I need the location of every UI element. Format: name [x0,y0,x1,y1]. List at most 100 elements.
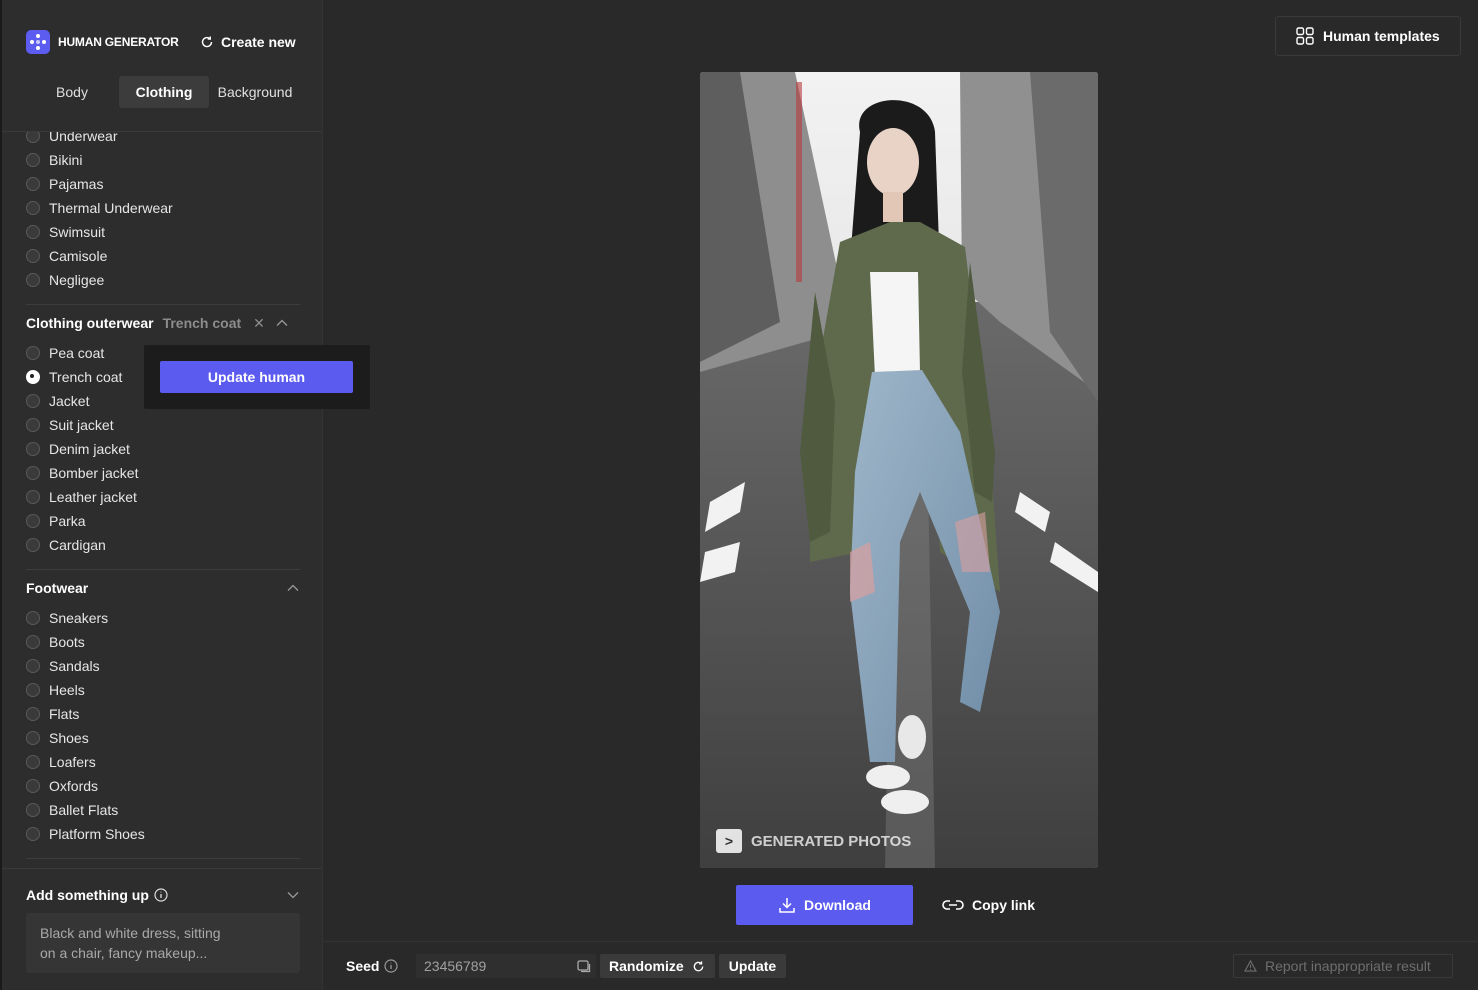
human-templates-button[interactable]: Human templates [1275,16,1461,56]
prompt-placeholder-line: on a chair, fancy makeup... [40,945,208,961]
radio-button[interactable] [26,611,40,625]
option-leather-jacket[interactable]: Leather jacket [26,485,138,509]
copy-icon[interactable] [576,958,592,974]
radio-button[interactable] [26,394,40,408]
chevron-up-icon[interactable] [275,316,289,330]
option-denim-jacket[interactable]: Denim jacket [26,437,138,461]
chevron-down-icon[interactable] [286,888,300,902]
option-bomber-jacket[interactable]: Bomber jacket [26,461,138,485]
radio-button[interactable] [26,755,40,769]
option-label: Denim jacket [49,441,130,457]
add-something-title: Add something up [26,887,149,903]
option-pea-coat[interactable]: Pea coat [26,341,138,365]
close-icon[interactable]: ✕ [253,315,265,332]
radio-button[interactable] [26,273,40,287]
outerwear-section-header[interactable]: Clothing outerwear Trench coat ✕ [26,311,300,335]
radio-button[interactable] [26,225,40,239]
option-negligee[interactable]: Negligee [26,268,173,292]
option-camisole[interactable]: Camisole [26,244,173,268]
option-swimsuit[interactable]: Swimsuit [26,220,173,244]
radio-button[interactable] [26,731,40,745]
prompt-textarea[interactable]: Black and white dress, sitting on a chai… [26,913,300,973]
radio-button[interactable] [26,153,40,167]
option-label: Sneakers [49,610,109,626]
download-button[interactable]: Download [736,885,913,925]
option-parka[interactable]: Parka [26,509,138,533]
option-suit-jacket[interactable]: Suit jacket [26,413,138,437]
tab-clothing[interactable]: Clothing [119,76,209,108]
tab-bar: Body Clothing Background [36,76,301,108]
option-boots[interactable]: Boots [26,630,145,654]
radio-button[interactable] [26,132,40,143]
update-human-button[interactable]: Update human [160,361,353,393]
option-flats[interactable]: Flats [26,702,145,726]
option-underwear[interactable]: Underwear [26,132,173,148]
add-something-header[interactable]: Add something up [26,883,300,907]
radio-button[interactable] [26,249,40,263]
info-icon [384,959,399,973]
tab-background[interactable]: Background [209,76,301,108]
option-sneakers[interactable]: Sneakers [26,606,145,630]
option-sandals[interactable]: Sandals [26,654,145,678]
option-label: Negligee [49,272,105,288]
randomize-button[interactable]: Randomize [600,954,715,978]
report-button[interactable]: Report inappropriate result [1233,954,1453,978]
options-scroll-area[interactable]: Underwear Bikini Pajamas Thermal Underwe… [2,132,322,868]
option-platform-shoes[interactable]: Platform Shoes [26,822,145,846]
option-label: Ballet Flats [49,802,119,818]
radio-button[interactable] [26,201,40,215]
option-jacket[interactable]: Jacket [26,389,138,413]
radio-button[interactable] [26,659,40,673]
selected-value: Trench coat [162,315,242,331]
seed-label: Seed [346,955,399,977]
refresh-icon [201,36,213,48]
option-oxfords[interactable]: Oxfords [26,774,145,798]
radio-button[interactable] [26,538,40,552]
option-label: Parka [49,513,86,529]
option-label: Pea coat [49,345,105,361]
radio-button[interactable] [26,442,40,456]
radio-button[interactable] [26,177,40,191]
copy-link-button[interactable]: Copy link [942,885,1035,925]
option-ballet-flats[interactable]: Ballet Flats [26,798,145,822]
radio-button[interactable] [26,418,40,432]
footwear-list: Sneakers Boots Sandals Heels Flats Shoes… [26,606,145,846]
watermark-text: GENERATED PHOTOS [751,832,912,850]
radio-button[interactable] [26,803,40,817]
create-new-button[interactable]: Create new [200,30,296,54]
option-shoes[interactable]: Shoes [26,726,145,750]
section-divider [26,569,300,570]
human-templates-label: Human templates [1323,28,1440,44]
radio-button[interactable] [26,635,40,649]
option-heels[interactable]: Heels [26,678,145,702]
chevron-up-icon[interactable] [286,581,300,595]
option-pajamas[interactable]: Pajamas [26,172,173,196]
option-trench-coat[interactable]: Trench coat [26,365,138,389]
radio-button[interactable] [26,514,40,528]
generated-human-image [700,72,1098,868]
radio-button[interactable] [26,827,40,841]
option-label: Underwear [49,132,118,144]
seed-label-text: Seed [346,958,380,974]
seed-input[interactable] [416,954,596,978]
radio-button[interactable] [26,707,40,721]
radio-button-checked[interactable] [26,370,40,384]
option-label: Suit jacket [49,417,114,433]
update-seed-button[interactable]: Update [719,954,786,978]
brand[interactable]: HUMAN GENERATOR [26,30,179,54]
watermark-logo-icon: > [716,829,742,853]
option-thermal-underwear[interactable]: Thermal Underwear [26,196,173,220]
option-cardigan[interactable]: Cardigan [26,533,138,557]
radio-button[interactable] [26,466,40,480]
grid-icon [1296,27,1314,45]
option-loafers[interactable]: Loafers [26,750,145,774]
tab-body[interactable]: Body [36,76,108,108]
radio-button[interactable] [26,346,40,360]
download-label: Download [804,897,871,913]
radio-button[interactable] [26,683,40,697]
option-label: Heels [49,682,85,698]
radio-button[interactable] [26,490,40,504]
footwear-section-header[interactable]: Footwear [26,576,300,600]
radio-button[interactable] [26,779,40,793]
option-bikini[interactable]: Bikini [26,148,173,172]
